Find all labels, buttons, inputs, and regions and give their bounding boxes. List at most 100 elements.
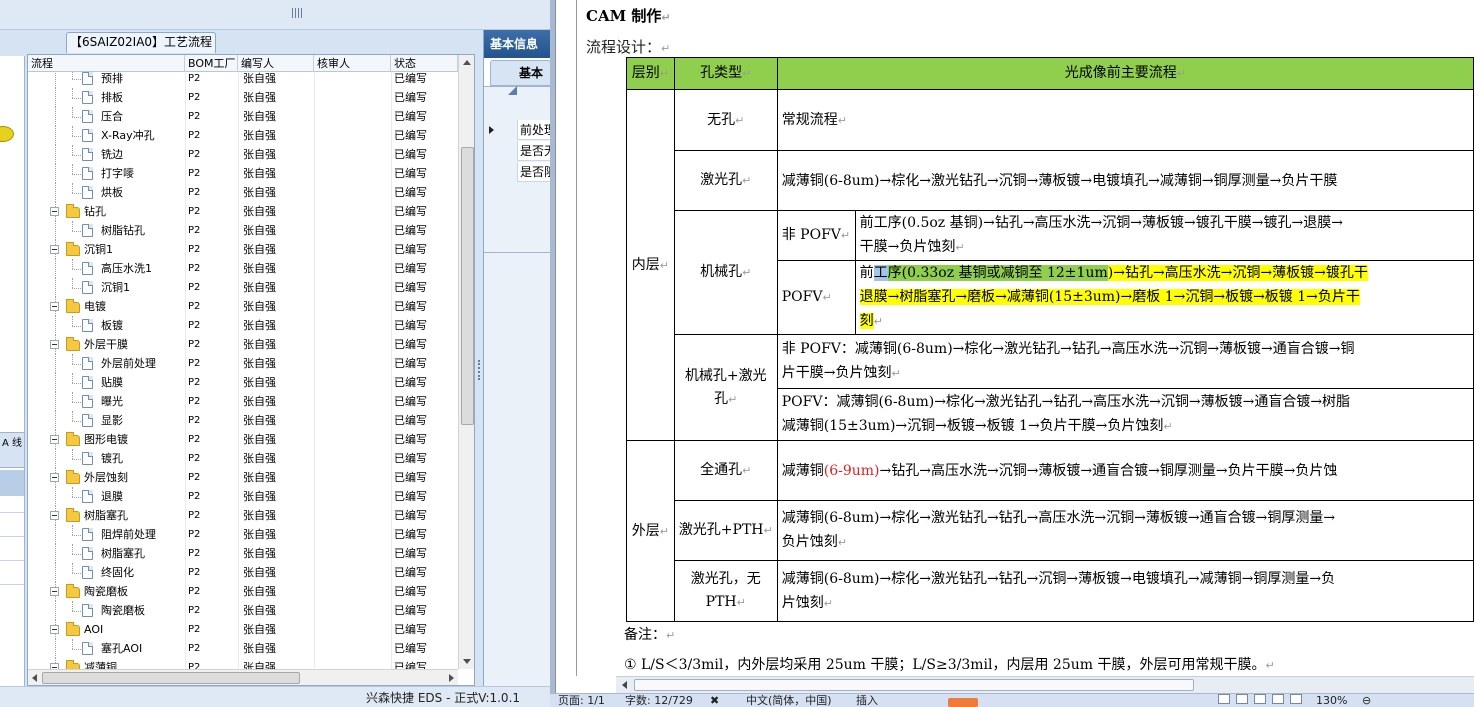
table-row[interactable]: 烘板 P2 张自强 已编写	[28, 183, 458, 202]
scroll-left-icon[interactable]	[32, 674, 37, 682]
insert-mode[interactable]: 插入	[856, 694, 878, 707]
collapse-toggle-icon[interactable]	[50, 245, 59, 254]
table-row[interactable]: 沉铜1 P2 张自强 已编写	[28, 278, 458, 297]
process-tab[interactable]: 【6SAIZ02IA0】工艺流程	[66, 32, 216, 53]
scroll-left-icon[interactable]	[622, 681, 627, 689]
table-row[interactable]: 显影 P2 张自强 已编写	[28, 411, 458, 430]
table-row[interactable]: 预排 P2 张自强 已编写	[28, 72, 458, 88]
row-bom: P2	[188, 225, 201, 236]
scroll-down-icon[interactable]	[463, 659, 471, 664]
table-row[interactable]: 塞孔AOI P2 张自强 已编写	[28, 639, 458, 658]
table-row[interactable]: 压合 P2 张自强 已编写	[28, 107, 458, 126]
table-row[interactable]: 树脂塞孔 P2 张自强 已编写	[28, 506, 458, 525]
page-count[interactable]: 页面: 1/1	[558, 694, 605, 707]
collapse-toggle-icon[interactable]	[50, 302, 59, 311]
table-row[interactable]: 退膜 P2 张自强 已编写	[28, 487, 458, 506]
table-row[interactable]: 曝光 P2 张自强 已编写	[28, 392, 458, 411]
table-row[interactable]: 钻孔 P2 张自强 已编写	[28, 202, 458, 221]
table-row[interactable]: 终固化 P2 张自强 已编写	[28, 563, 458, 582]
zoom-out-icon[interactable]: ⊖	[1362, 694, 1371, 707]
collapse-toggle-icon[interactable]	[50, 207, 59, 216]
zoom-level[interactable]: 130%	[1316, 694, 1347, 707]
info-row[interactable]: 是否阻	[484, 162, 550, 182]
process-tree-grid: 流程 BOM工厂 编写人 核审人 状态 预排 P2 张自强 已编写 排板 P2 张自强 已编写…	[27, 54, 475, 686]
table-row[interactable]: 铣边 P2 张自强 已编写	[28, 145, 458, 164]
table-row[interactable]: 外层干膜 P2 张自强 已编写	[28, 335, 458, 354]
row-status: 已编写	[394, 148, 427, 161]
proofing-icon[interactable]: ✖	[710, 694, 726, 707]
table-row[interactable]: 外层前处理 P2 张自强 已编写	[28, 354, 458, 373]
row-status: 已编写	[394, 433, 427, 446]
collapse-toggle-icon[interactable]	[50, 587, 59, 596]
scroll-thumb[interactable]	[42, 672, 300, 684]
table-row[interactable]: 板镀 P2 张自强 已编写	[28, 316, 458, 335]
row-selector[interactable]	[484, 162, 518, 182]
col-header-author[interactable]: 编写人	[238, 55, 314, 72]
scroll-thumb[interactable]	[634, 679, 1194, 691]
row-status: 已编写	[394, 338, 427, 351]
row-status: 已编写	[394, 72, 427, 85]
row-author: 张自强	[243, 167, 276, 180]
row-selector[interactable]	[484, 120, 518, 140]
file-icon	[82, 224, 93, 237]
table-row[interactable]: 陶瓷磨板 P2 张自强 已编写	[28, 601, 458, 620]
scroll-thumb[interactable]	[461, 147, 474, 425]
table-row[interactable]: 陶瓷磨板 P2 张自强 已编写	[28, 582, 458, 601]
tree-line	[72, 174, 81, 175]
table-row[interactable]: 沉铜1 P2 张自强 已编写	[28, 240, 458, 259]
table-row[interactable]: 镀孔 P2 张自强 已编写	[28, 449, 458, 468]
edge-tab-label[interactable]: A 线	[0, 432, 24, 468]
tree-line	[55, 487, 56, 506]
splitter-grip-icon[interactable]	[478, 360, 482, 380]
print-layout-icon[interactable]	[1218, 694, 1230, 704]
table-row[interactable]: 电镀 P2 张自强 已编写	[28, 297, 458, 316]
outline-view-icon[interactable]	[1272, 694, 1284, 704]
cell-hole-through: 全通孔↵	[673, 440, 778, 501]
table-row[interactable]: 树脂塞孔 P2 张自强 已编写	[28, 544, 458, 563]
row-process-name: X-Ray冲孔	[101, 129, 155, 142]
draft-view-icon[interactable]	[1290, 694, 1302, 704]
col-header-bom[interactable]: BOM工厂	[185, 55, 238, 72]
collapse-toggle-icon[interactable]	[50, 625, 59, 634]
table-row[interactable]: 高压水洗1 P2 张自强 已编写	[28, 259, 458, 278]
cell-hole-mech-laser: 机械孔+激光孔↵	[673, 334, 778, 441]
table-row[interactable]: 减薄铜 P2 张自强 已编写	[28, 658, 458, 669]
horizontal-scrollbar[interactable]	[28, 669, 458, 685]
tree-line	[72, 421, 81, 422]
tree-line	[55, 259, 56, 278]
table-row[interactable]: 打字嘜 P2 张自强 已编写	[28, 164, 458, 183]
scroll-up-icon[interactable]	[463, 60, 471, 65]
info-row[interactable]: 前处理	[484, 120, 550, 140]
info-row[interactable]: 是否无	[484, 141, 550, 161]
cell-outer-layer: 外层↵	[626, 440, 675, 622]
language-indicator[interactable]: 中文(简体，中国)	[746, 694, 832, 707]
word-count[interactable]: 字数: 12/729	[625, 694, 693, 707]
collapse-toggle-icon[interactable]	[50, 435, 59, 444]
table-row[interactable]: X-Ray冲孔 P2 张自强 已编写	[28, 126, 458, 145]
web-layout-icon[interactable]	[1254, 694, 1266, 704]
table-row[interactable]: 外层蚀刻 P2 张自强 已编写	[28, 468, 458, 487]
row-status: 已编写	[394, 566, 427, 579]
collapse-toggle-icon[interactable]	[50, 511, 59, 520]
document-horizontal-scrollbar[interactable]	[616, 676, 1474, 693]
table-row[interactable]: 图形电镀 P2 张自强 已编写	[28, 430, 458, 449]
col-header-status[interactable]: 状态	[391, 55, 458, 72]
tab-basic[interactable]: 基本	[490, 60, 550, 86]
table-row[interactable]: 树脂钻孔 P2 张自强 已编写	[28, 221, 458, 240]
grid-body: 预排 P2 张自强 已编写 排板 P2 张自强 已编写 压合 P2 张自强 已编写 X-Ray冲孔 P2 张…	[28, 72, 458, 669]
table-row[interactable]: AOI P2 张自强 已编写	[28, 620, 458, 639]
table-row[interactable]: 排板 P2 张自强 已编写	[28, 88, 458, 107]
col-header-reviewer[interactable]: 核审人	[314, 55, 391, 72]
tree-line	[72, 79, 81, 80]
table-row[interactable]: 贴膜 P2 张自强 已编写	[28, 373, 458, 392]
row-process-name: 烘板	[101, 186, 123, 199]
scroll-right-icon[interactable]	[449, 674, 454, 682]
collapse-toggle-icon[interactable]	[50, 473, 59, 482]
row-selector[interactable]	[484, 141, 518, 161]
reading-view-icon[interactable]	[1236, 694, 1248, 704]
vertical-scrollbar[interactable]	[458, 55, 474, 669]
col-header-process[interactable]: 流程	[28, 55, 185, 72]
splitter-grip[interactable]	[292, 8, 304, 18]
table-row[interactable]: 阻焊前处理 P2 张自强 已编写	[28, 525, 458, 544]
collapse-toggle-icon[interactable]	[50, 340, 59, 349]
